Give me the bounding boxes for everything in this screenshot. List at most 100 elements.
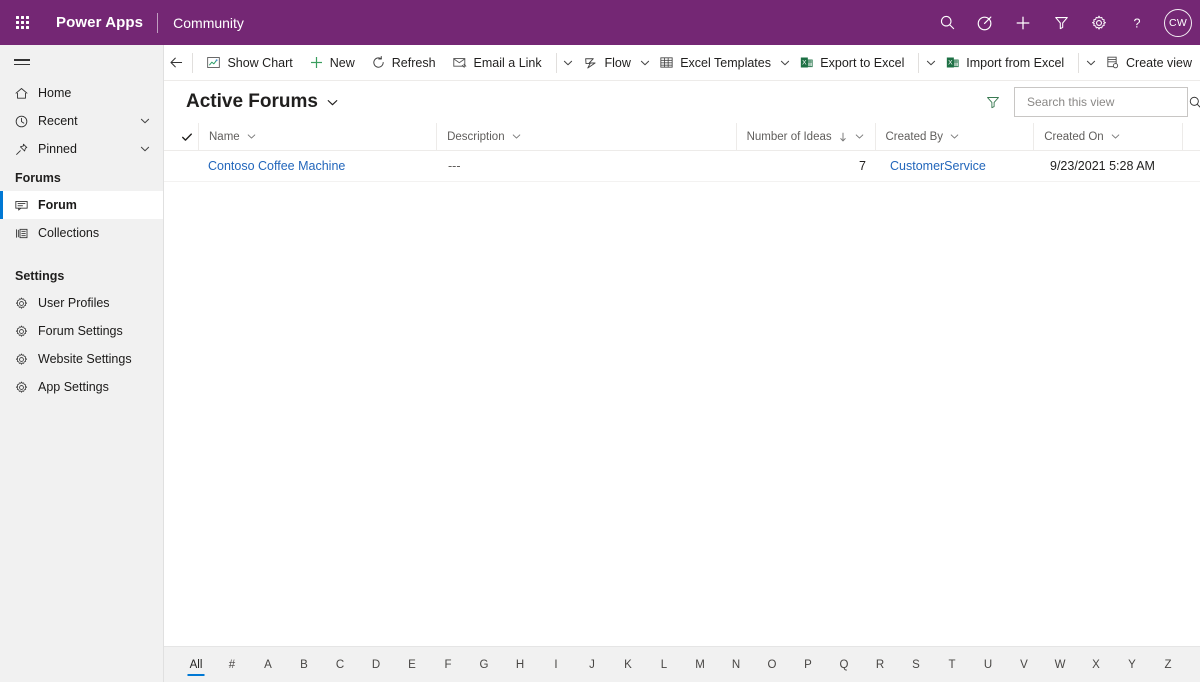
excel-templates-button[interactable]: Excel Templates bbox=[651, 46, 779, 80]
alpha-item-hash[interactable]: # bbox=[214, 652, 250, 678]
sidebar-item-label: Forum bbox=[38, 198, 77, 212]
avatar[interactable]: CW bbox=[1156, 0, 1200, 45]
alpha-item-s[interactable]: S bbox=[898, 652, 934, 678]
chevron-down-icon[interactable] bbox=[511, 131, 522, 142]
alpha-item-g[interactable]: G bbox=[466, 652, 502, 678]
column-header-created-by[interactable]: Created By bbox=[874, 122, 1034, 151]
page-title: Active Forums bbox=[186, 91, 318, 112]
created-by-link[interactable]: CustomerService bbox=[890, 159, 986, 173]
show-chart-button[interactable]: Show Chart bbox=[198, 46, 300, 80]
column-header-name[interactable]: Name bbox=[198, 122, 436, 151]
alpha-item-o[interactable]: O bbox=[754, 652, 790, 678]
sidebar-item-pinned[interactable]: Pinned bbox=[0, 135, 163, 163]
export-to-excel-caret[interactable] bbox=[925, 46, 937, 80]
cell-created-by[interactable]: CustomerService bbox=[880, 159, 1040, 173]
alpha-item-z[interactable]: Z bbox=[1150, 652, 1186, 678]
chevron-down-icon[interactable] bbox=[854, 131, 865, 142]
search-input[interactable] bbox=[1025, 94, 1184, 110]
chevron-down-icon[interactable] bbox=[326, 96, 339, 109]
sidebar-item-user-profiles[interactable]: User Profiles bbox=[0, 289, 163, 317]
sidebar-item-home[interactable]: Home bbox=[0, 79, 163, 107]
search-icon[interactable] bbox=[928, 0, 966, 45]
create-view-label: Create view bbox=[1126, 55, 1193, 70]
alpha-item-m[interactable]: M bbox=[682, 652, 718, 678]
alpha-item-n[interactable]: N bbox=[718, 652, 754, 678]
alpha-item-y[interactable]: Y bbox=[1114, 652, 1150, 678]
flow-caret[interactable] bbox=[639, 46, 651, 80]
sidebar-item-recent[interactable]: Recent bbox=[0, 107, 163, 135]
app-launcher-icon[interactable] bbox=[0, 0, 44, 45]
alpha-item-all[interactable]: All bbox=[178, 652, 214, 678]
column-header-label: Description bbox=[447, 130, 505, 143]
app-name[interactable]: Community bbox=[158, 15, 244, 31]
refresh-button[interactable]: Refresh bbox=[363, 46, 444, 80]
alpha-item-q[interactable]: Q bbox=[826, 652, 862, 678]
new-label: New bbox=[329, 55, 355, 70]
column-header-description[interactable]: Description bbox=[436, 122, 736, 151]
sidebar-item-forum[interactable]: Forum bbox=[0, 191, 163, 219]
alpha-item-i[interactable]: I bbox=[538, 652, 574, 678]
sidebar-item-collections[interactable]: Collections bbox=[0, 219, 163, 247]
alpha-item-u[interactable]: U bbox=[970, 652, 1006, 678]
alpha-item-f[interactable]: F bbox=[430, 652, 466, 678]
alpha-item-t[interactable]: T bbox=[934, 652, 970, 678]
chevron-down-icon[interactable] bbox=[1110, 131, 1121, 142]
chevron-down-icon[interactable] bbox=[949, 131, 960, 142]
export-to-excel-button[interactable]: X Export to Excel bbox=[791, 46, 912, 80]
command-divider bbox=[918, 52, 919, 73]
email-a-link-button[interactable]: Email a Link bbox=[444, 46, 550, 80]
alpha-item-b[interactable]: B bbox=[286, 652, 322, 678]
search-icon[interactable] bbox=[1184, 95, 1200, 110]
add-icon[interactable] bbox=[1004, 0, 1042, 45]
alpha-item-c[interactable]: C bbox=[322, 652, 358, 678]
chart-icon bbox=[206, 55, 221, 70]
cell-name[interactable]: Contoso Coffee Machine bbox=[198, 159, 438, 173]
refresh-icon bbox=[371, 55, 386, 70]
alpha-item-a[interactable]: A bbox=[250, 652, 286, 678]
alpha-item-w[interactable]: W bbox=[1042, 652, 1078, 678]
view-selector[interactable]: Active Forums bbox=[186, 91, 339, 113]
alpha-item-h[interactable]: H bbox=[502, 652, 538, 678]
diagnostics-icon[interactable] bbox=[966, 0, 1004, 45]
alpha-item-d[interactable]: D bbox=[358, 652, 394, 678]
alpha-item-r[interactable]: R bbox=[862, 652, 898, 678]
email-a-link-caret[interactable] bbox=[562, 46, 574, 80]
alpha-item-k[interactable]: K bbox=[610, 652, 646, 678]
select-all-checkbox[interactable] bbox=[176, 131, 198, 143]
column-header-number-of-ideas[interactable]: Number of Ideas bbox=[735, 122, 875, 151]
import-from-excel-button[interactable]: X Import from Excel bbox=[937, 46, 1072, 80]
search-box[interactable] bbox=[1014, 87, 1200, 117]
table-row[interactable]: Contoso Coffee Machine --- 7 CustomerSer… bbox=[164, 151, 1200, 182]
email-a-link-label: Email a Link bbox=[473, 55, 542, 70]
record-link[interactable]: Contoso Coffee Machine bbox=[208, 159, 345, 173]
alpha-item-j[interactable]: J bbox=[574, 652, 610, 678]
new-button[interactable]: New bbox=[301, 46, 363, 80]
back-button[interactable] bbox=[168, 46, 186, 80]
column-header-spacer bbox=[1182, 122, 1200, 151]
chevron-down-icon[interactable] bbox=[139, 115, 163, 127]
excel-templates-caret[interactable] bbox=[779, 46, 791, 80]
flow-button[interactable]: Flow bbox=[575, 46, 639, 80]
alpha-item-e[interactable]: E bbox=[394, 652, 430, 678]
create-view-button[interactable]: Create view bbox=[1097, 46, 1200, 80]
brand-title[interactable]: Power Apps bbox=[44, 14, 157, 31]
sidebar-collapse-icon[interactable] bbox=[0, 45, 163, 79]
sidebar-item-app-settings[interactable]: App Settings bbox=[0, 373, 163, 401]
chevron-down-icon[interactable] bbox=[246, 131, 257, 142]
help-icon[interactable]: ? bbox=[1118, 0, 1156, 45]
edit-filters-icon[interactable] bbox=[978, 87, 1008, 117]
flow-label: Flow bbox=[604, 55, 631, 70]
chevron-down-icon[interactable] bbox=[139, 143, 163, 155]
alpha-item-v[interactable]: V bbox=[1006, 652, 1042, 678]
alpha-item-p[interactable]: P bbox=[790, 652, 826, 678]
sidebar-item-label: Pinned bbox=[38, 142, 77, 156]
gear-icon[interactable] bbox=[1080, 0, 1118, 45]
column-header-created-on[interactable]: Created On bbox=[1033, 122, 1182, 151]
sidebar-item-forum-settings[interactable]: Forum Settings bbox=[0, 317, 163, 345]
sidebar-item-website-settings[interactable]: Website Settings bbox=[0, 345, 163, 373]
alpha-item-l[interactable]: L bbox=[646, 652, 682, 678]
import-from-excel-caret[interactable] bbox=[1085, 46, 1097, 80]
alpha-item-x[interactable]: X bbox=[1078, 652, 1114, 678]
filter-icon[interactable] bbox=[1042, 0, 1080, 45]
